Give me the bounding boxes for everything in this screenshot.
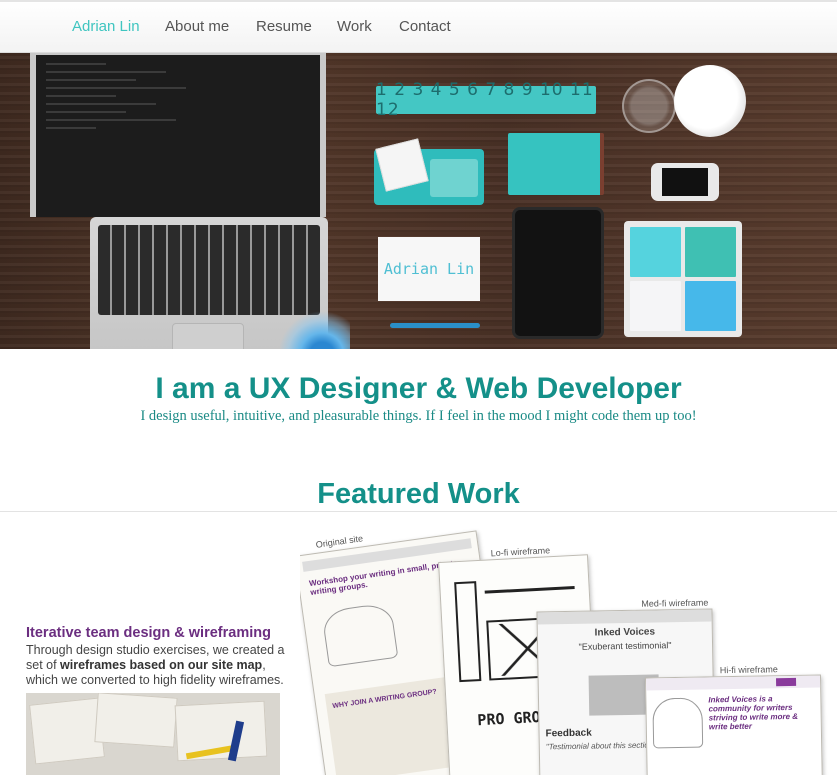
medfi-quote: "Exuberant testimonial"	[578, 640, 672, 652]
hifi-wireframe-sheet: Hi-fi wireframe Inked Voices is a commun…	[644, 664, 824, 775]
design-studio-photo[interactable]	[26, 693, 280, 775]
medfi-label: Med-fi wireframe	[641, 597, 709, 609]
name-card: Adrian Lin	[378, 237, 480, 301]
nav-resume-link[interactable]: Resume	[256, 18, 312, 35]
laptop-screen	[30, 53, 326, 217]
page-headline: I am a UX Designer & Web Developer	[155, 372, 682, 405]
laptop-keyboard	[90, 217, 350, 349]
sticky-notes-frame	[624, 221, 742, 337]
project-description: Through design studio exercises, we crea…	[26, 643, 288, 688]
notebook	[508, 133, 604, 195]
medfi-feedback-heading: Feedback	[545, 727, 592, 740]
original-site-label: Original site	[315, 533, 364, 550]
top-nav: Adrian Lin About me Resume Work Contact	[0, 0, 837, 53]
hifi-tagline: Inked Voices is a community for writers …	[708, 694, 799, 732]
keyboard-keys	[98, 225, 320, 315]
pen-cup	[674, 65, 746, 137]
trackpad	[172, 323, 244, 349]
sticky-note	[685, 281, 736, 331]
phone	[651, 163, 719, 201]
tablet	[512, 207, 604, 339]
nav-brand-link[interactable]: Adrian Lin	[72, 18, 140, 35]
desc-bold-text: wireframes based on our site map	[60, 658, 263, 672]
medfi-title: Inked Voices	[594, 626, 656, 639]
medfi-feedback-quote: "Testimonial about this section"	[545, 740, 657, 752]
lofi-label: Lo-fi wireframe	[490, 545, 551, 559]
cable-well	[430, 159, 478, 197]
ruler: 1 2 3 4 5 6 7 8 9 10 11 12	[376, 80, 596, 120]
glass-jar	[622, 79, 676, 133]
sticky-note	[630, 227, 681, 277]
sticky-note	[685, 227, 736, 277]
watercolor-decal	[280, 309, 350, 349]
project-title[interactable]: Iterative team design & wireframing	[26, 625, 271, 641]
hifi-label: Hi-fi wireframe	[719, 664, 778, 676]
nav-work-link[interactable]: Work	[337, 18, 372, 35]
hero-image: 1 2 3 4 5 6 7 8 9 10 11 12 Adrian Lin	[0, 53, 837, 349]
pen	[390, 323, 480, 328]
section-divider	[0, 511, 837, 512]
page-subline: I design useful, intuitive, and pleasura…	[140, 408, 697, 424]
nav-contact-link[interactable]: Contact	[399, 18, 451, 35]
sticky-note	[630, 281, 681, 331]
featured-heading: Featured Work	[317, 478, 520, 510]
wireframes-collage[interactable]: Original site Workshop your writing in s…	[300, 520, 837, 775]
desk-tray	[374, 138, 484, 205]
nav-about-link[interactable]: About me	[165, 18, 229, 35]
